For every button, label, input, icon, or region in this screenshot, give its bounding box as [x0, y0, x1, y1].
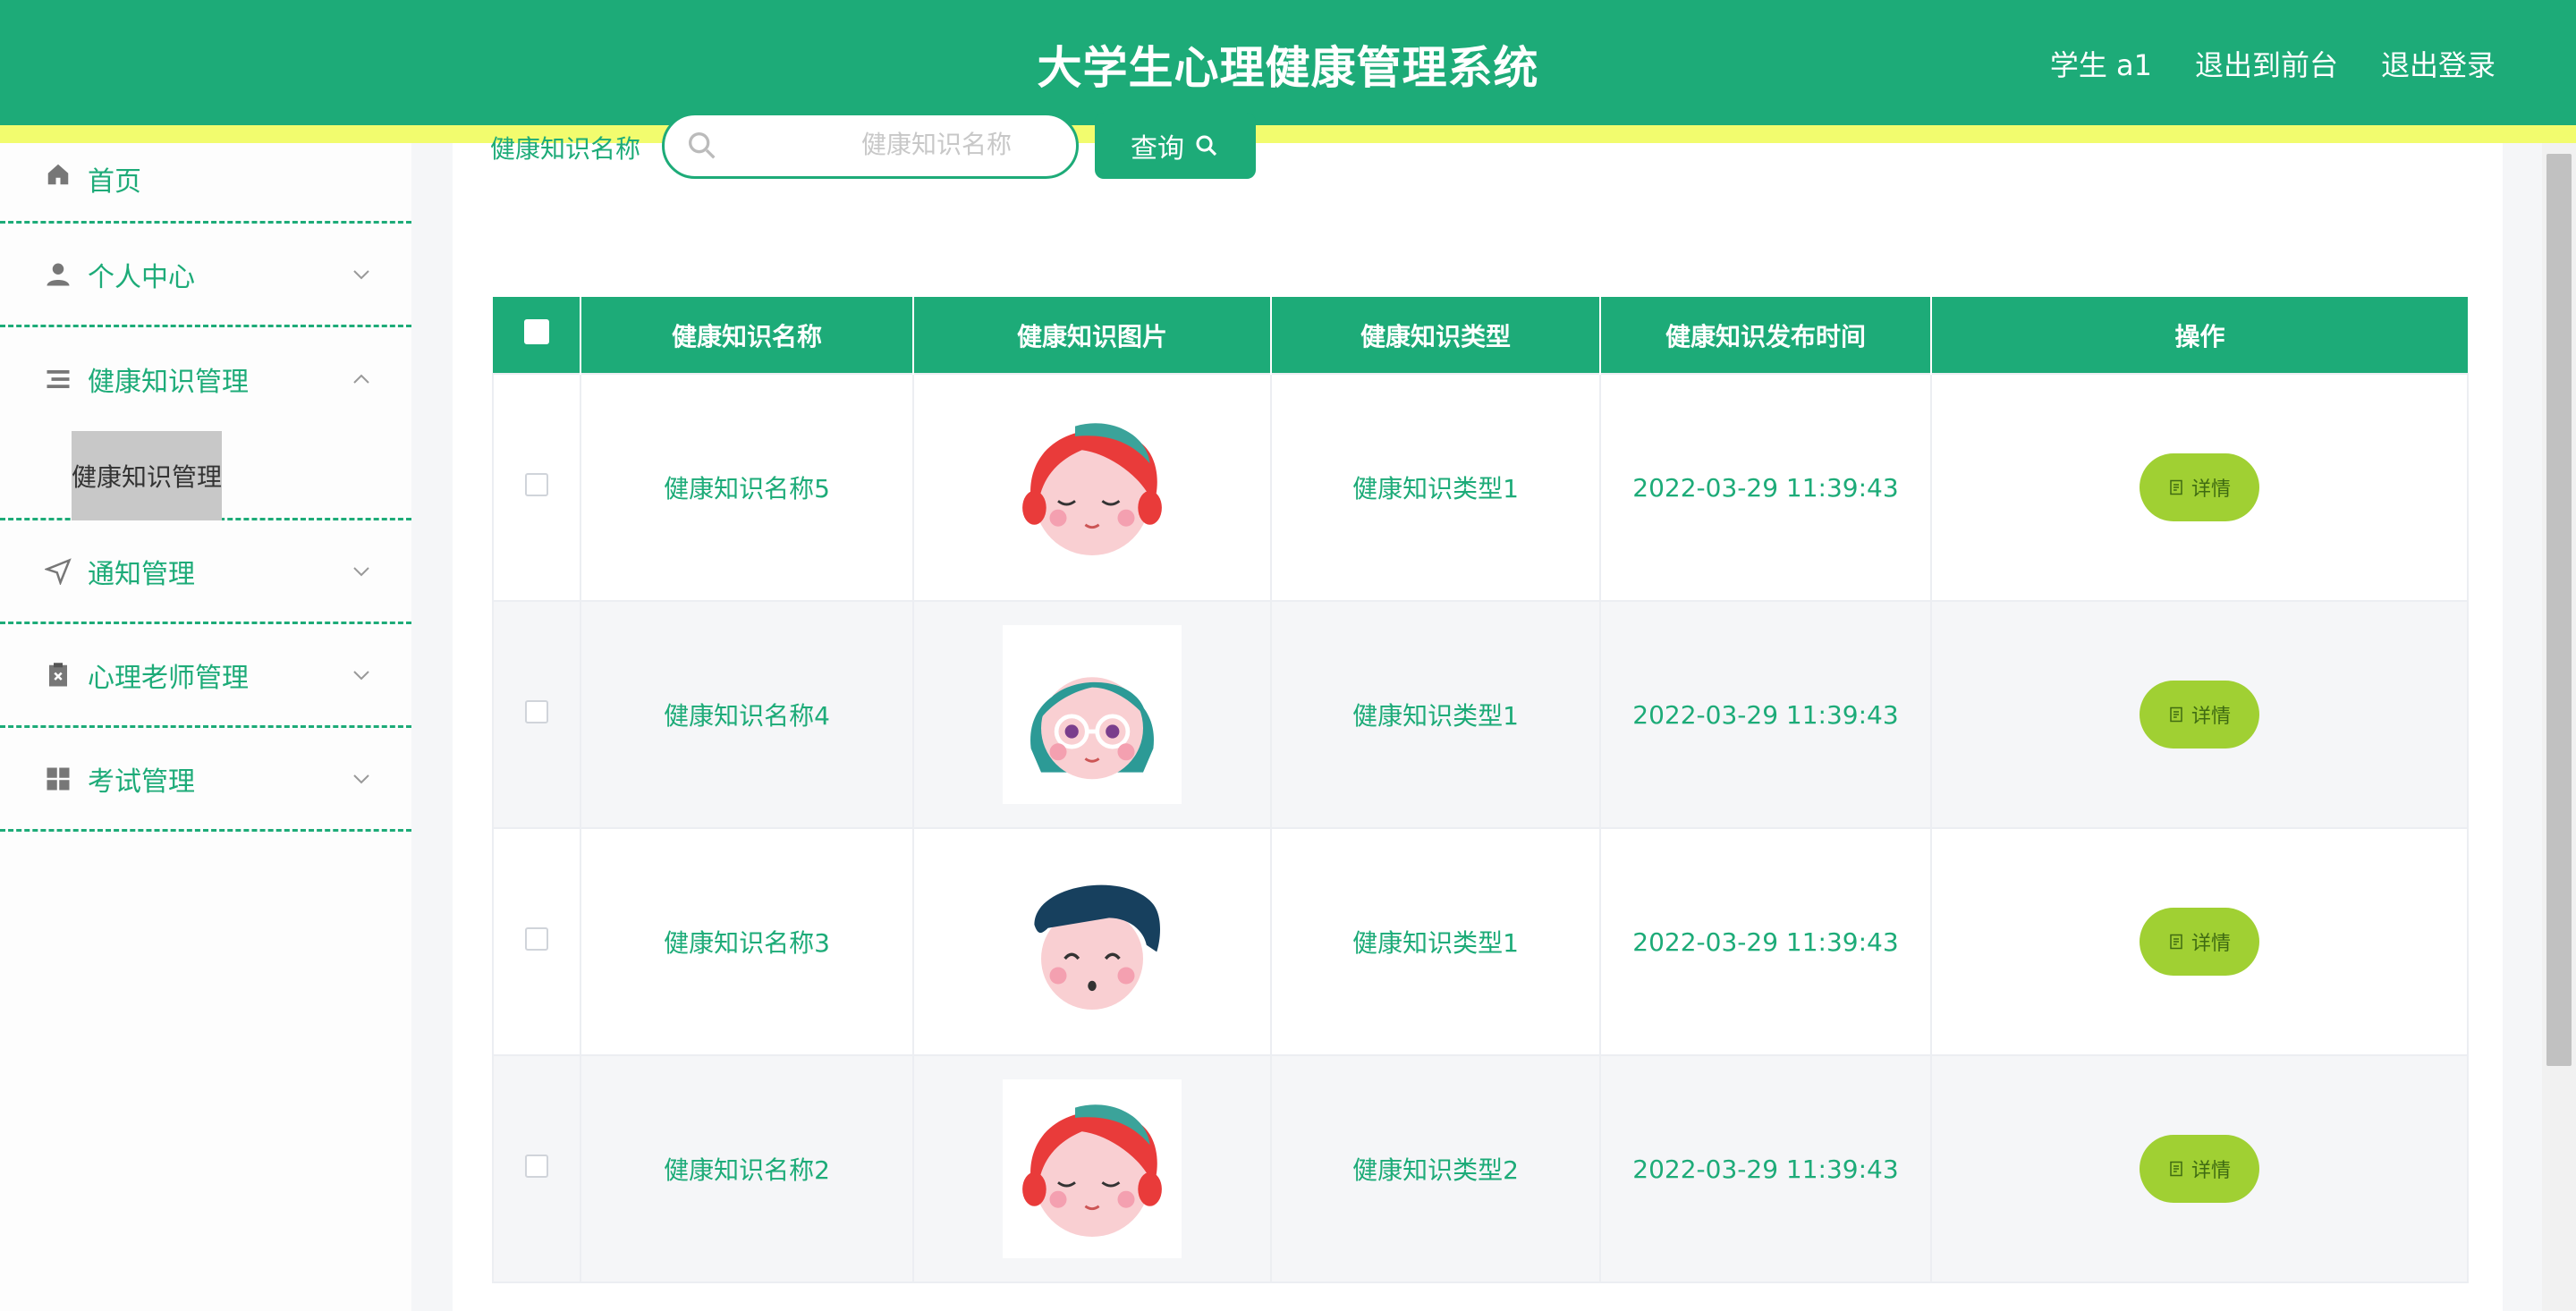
query-button[interactable]: 查询 — [1095, 113, 1256, 179]
knowledge-type-cell: 健康知识类型1 — [1270, 600, 1601, 829]
detail-button-label: 详情 — [2190, 478, 2231, 501]
submenu-item-health-knowledge[interactable]: 健康知识管理 — [72, 431, 222, 520]
detail-button-label: 详情 — [2190, 933, 2231, 955]
knowledge-image — [1003, 1079, 1182, 1258]
user-icon — [43, 259, 73, 290]
chevron-down-icon — [353, 774, 369, 783]
knowledge-name-cell: 健康知识名称2 — [580, 1054, 914, 1283]
knowledge-name-cell: 健康知识名称3 — [580, 827, 914, 1056]
search-box — [662, 113, 1079, 179]
document-icon — [2170, 1161, 2182, 1177]
document-icon — [2170, 934, 2182, 950]
knowledge-image — [1003, 852, 1182, 1031]
row-checkbox[interactable] — [525, 699, 548, 723]
sidebar-item-exam[interactable]: 考试管理 — [0, 728, 411, 832]
data-table: 健康知识名称 健康知识图片 健康知识类型 健康知识发布时间 操作 健康知识名称5 — [492, 297, 2469, 1283]
home-icon — [43, 159, 73, 190]
column-header: 健康知识发布时间 — [1600, 297, 1932, 374]
column-header: 操作 — [1931, 297, 2468, 374]
publish-time-cell: 2022-03-29 11:39:43 — [1599, 600, 1932, 829]
detail-button-label: 详情 — [2190, 1160, 2231, 1182]
teal-hair-glasses-avatar — [1030, 677, 1154, 780]
detail-button-label: 详情 — [2190, 706, 2231, 728]
chevron-up-icon — [353, 374, 369, 384]
red-hair-girl-avatar — [1022, 1104, 1162, 1237]
knowledge-type-cell: 健康知识类型1 — [1270, 373, 1601, 602]
search-icon — [689, 132, 716, 159]
search-input[interactable] — [861, 130, 1058, 159]
table-row: 健康知识名称4 健康知识类型1 2022-03-29 11:39:43 详情 — [492, 600, 2469, 829]
row-checkbox[interactable] — [525, 472, 548, 496]
table-row: 健康知识名称5 健康知识类型1 2022-03-29 11:39:43 详情 — [492, 373, 2469, 602]
detail-button[interactable]: 详情 — [2140, 908, 2259, 976]
row-checkbox[interactable] — [525, 1154, 548, 1178]
detail-button[interactable]: 详情 — [2140, 681, 2259, 749]
table-header-row: 健康知识名称 健康知识图片 健康知识类型 健康知识发布时间 操作 — [493, 297, 2468, 374]
knowledge-type-cell: 健康知识类型1 — [1270, 827, 1601, 1056]
list-icon — [43, 364, 73, 394]
knowledge-image — [1003, 398, 1182, 577]
chevron-down-icon — [353, 670, 369, 680]
sidebar-item-label: 首页 — [88, 166, 141, 198]
table-row: 健康知识名称3 健康知识类型1 2022-03-29 11:39:43 详情 — [492, 827, 2469, 1056]
detail-button[interactable]: 详情 — [2140, 453, 2259, 521]
sidebar-item-teacher[interactable]: 心理老师管理 — [0, 624, 411, 728]
sidebar-item-home[interactable]: 首页 — [0, 143, 411, 224]
grid-icon — [43, 764, 73, 794]
sidebar-item-label: 心理老师管理 — [88, 662, 249, 694]
column-header: 健康知识图片 — [913, 297, 1272, 374]
search-icon — [1196, 135, 1217, 156]
chevron-down-icon — [353, 566, 369, 576]
top-header: 大学生心理健康管理系统 学生 a1 退出到前台 退出登录 — [0, 0, 2576, 125]
column-header: 健康知识类型 — [1271, 297, 1601, 374]
clipboard-icon — [43, 660, 73, 690]
chevron-down-icon — [353, 269, 369, 279]
column-header: 健康知识名称 — [580, 297, 914, 374]
current-user: 学生 a1 — [2049, 48, 2152, 82]
red-hair-girl-avatar — [1022, 423, 1162, 555]
knowledge-type-cell: 健康知识类型2 — [1270, 1054, 1601, 1283]
select-all-checkbox[interactable] — [523, 319, 549, 344]
sidebar-item-label: 健康知识管理 — [88, 367, 249, 398]
document-icon — [2170, 479, 2182, 495]
publish-time-cell: 2022-03-29 11:39:43 — [1599, 1054, 1932, 1283]
sidebar-item-personal-center[interactable]: 个人中心 — [0, 224, 411, 327]
detail-button[interactable]: 详情 — [2140, 1135, 2259, 1203]
knowledge-image — [1003, 625, 1182, 804]
sidebar: 首页 个人中心 健康知识管理 健康知识管理 通知管理 心理老师管理 考试管理 — [0, 143, 411, 1311]
sidebar-item-notice[interactable]: 通知管理 — [0, 520, 411, 624]
send-icon — [43, 556, 73, 587]
knowledge-name-cell: 健康知识名称4 — [580, 600, 914, 829]
logout-link[interactable]: 退出登录 — [2381, 43, 2496, 84]
navy-hair-boy-avatar — [1034, 884, 1160, 1010]
publish-time-cell: 2022-03-29 11:39:43 — [1599, 827, 1932, 1056]
sidebar-item-label: 通知管理 — [88, 558, 195, 590]
knowledge-name-cell: 健康知识名称5 — [580, 373, 914, 602]
table-row: 健康知识名称2 健康知识类型2 2022-03-29 11:39:43 详情 — [492, 1054, 2469, 1283]
document-icon — [2170, 706, 2182, 723]
sidebar-item-health-knowledge[interactable]: 健康知识管理 — [0, 327, 411, 431]
query-button-label: 查询 — [1131, 133, 1184, 165]
sidebar-item-label: 个人中心 — [88, 261, 195, 293]
row-checkbox[interactable] — [525, 926, 548, 951]
exit-to-front-link[interactable]: 退出到前台 — [2195, 43, 2338, 84]
header-actions: 学生 a1 退出到前台 退出登录 — [2050, 43, 2496, 84]
scrollbar-thumb[interactable] — [2546, 154, 2572, 1066]
submenu-health-knowledge: 健康知识管理 — [0, 431, 411, 520]
publish-time-cell: 2022-03-29 11:39:43 — [1599, 373, 1932, 602]
select-all-cell — [493, 297, 581, 374]
search-label: 健康知识名称 — [490, 134, 641, 164]
header-accent-stripe — [0, 125, 2576, 143]
sidebar-item-label: 考试管理 — [88, 765, 195, 798]
